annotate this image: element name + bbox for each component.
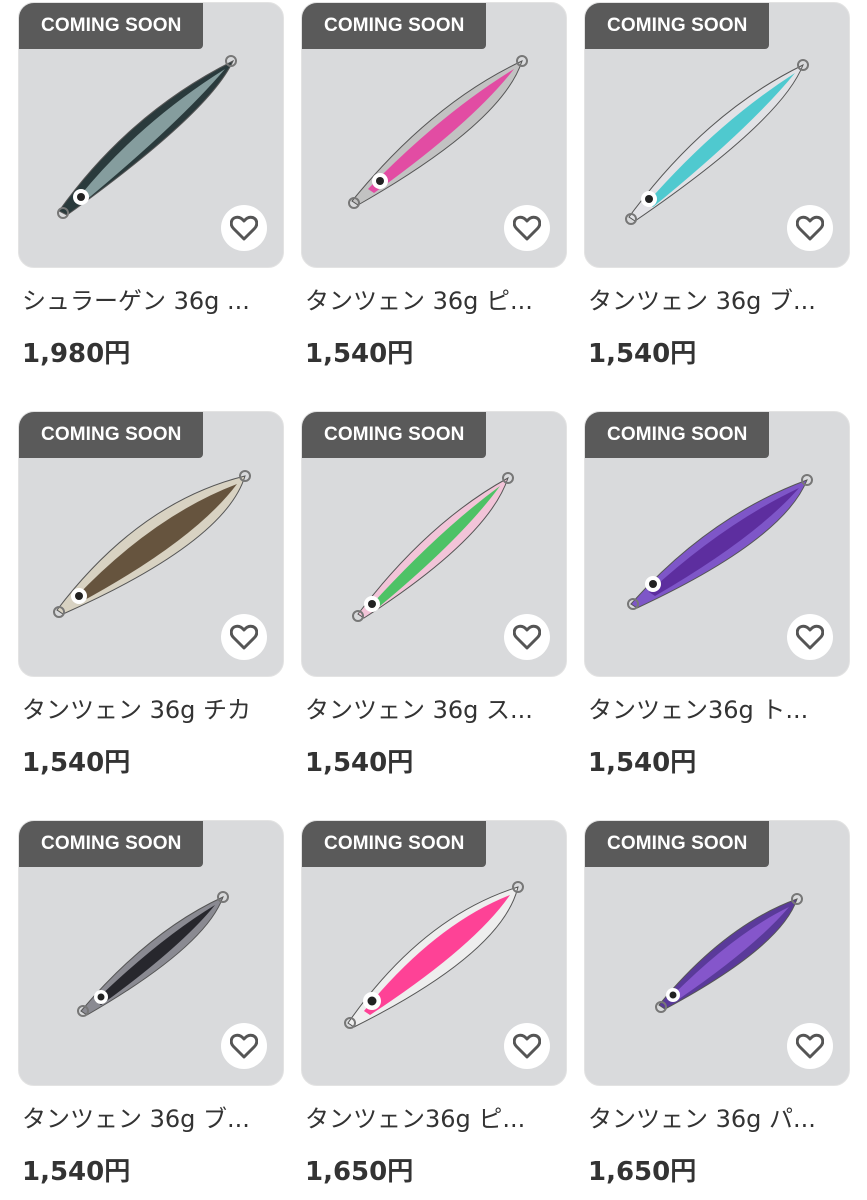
product-image[interactable]: COMING SOON [301, 2, 567, 268]
lure-pupil [367, 996, 377, 1006]
favorite-button[interactable] [221, 205, 267, 251]
product-image[interactable]: COMING SOON [301, 820, 567, 1086]
lure-stripe [368, 69, 514, 193]
coming-soon-badge: COMING SOON [19, 3, 204, 49]
product-title[interactable]: タンツェン36g ピ... [305, 1102, 563, 1136]
lure-stripe [649, 488, 799, 596]
product-card[interactable]: COMING SOON タンツェン 36g チカ 1,540円 [18, 411, 284, 781]
product-image[interactable]: COMING SOON [18, 820, 284, 1086]
product-price: 1,540円 [22, 748, 131, 778]
product-card[interactable]: COMING SOON シュラーゲン 36g ... 1,980円 [18, 2, 284, 372]
product-title[interactable]: タンツェン 36g チカ [22, 693, 280, 727]
coming-soon-badge: COMING SOON [19, 412, 204, 458]
product-image[interactable]: COMING SOON [584, 820, 850, 1086]
lure-pupil [75, 592, 83, 600]
product-card[interactable]: COMING SOON タンツェン 36g ピ... 1,540円 [301, 2, 567, 372]
product-title[interactable]: タンツェン 36g ピ... [305, 284, 563, 318]
lure-pupil [97, 993, 105, 1001]
lure-pupil [645, 195, 653, 203]
favorite-button[interactable] [221, 1023, 267, 1069]
product-title[interactable]: タンツェン 36g ブ... [588, 284, 846, 318]
coming-soon-badge: COMING SOON [302, 3, 487, 49]
product-card[interactable]: COMING SOON タンツェン36g ト... 1,540円 [584, 411, 850, 781]
product-card[interactable]: COMING SOON タンツェン 36g ブ... 1,540円 [18, 820, 284, 1190]
heart-icon [230, 624, 258, 650]
product-price: 1,540円 [305, 748, 414, 778]
lure-stripe [79, 69, 225, 201]
product-price: 1,540円 [588, 748, 697, 778]
coming-soon-badge: COMING SOON [302, 412, 487, 458]
product-price: 1,980円 [22, 339, 131, 369]
product-title[interactable]: タンツェン 36g ブ... [22, 1102, 280, 1136]
favorite-button[interactable] [787, 1023, 833, 1069]
coming-soon-badge: COMING SOON [585, 412, 770, 458]
heart-icon [796, 1033, 824, 1059]
favorite-button[interactable] [504, 1023, 550, 1069]
lure-stripe [95, 905, 215, 1005]
product-card[interactable]: COMING SOON タンツェン36g ピ... 1,650円 [301, 820, 567, 1190]
heart-icon [230, 215, 258, 241]
product-price: 1,650円 [588, 1157, 697, 1187]
coming-soon-badge: COMING SOON [585, 3, 770, 49]
product-price: 1,540円 [22, 1157, 131, 1187]
product-price: 1,540円 [305, 339, 414, 369]
coming-soon-badge: COMING SOON [302, 821, 487, 867]
heart-icon [513, 624, 541, 650]
product-card[interactable]: COMING SOON タンツェン 36g ブ... 1,540円 [584, 2, 850, 372]
lure-pupil [368, 600, 376, 608]
heart-icon [513, 1033, 541, 1059]
lure-pupil [376, 177, 384, 185]
coming-soon-badge: COMING SOON [19, 821, 204, 867]
lure-pupil [669, 991, 677, 999]
favorite-button[interactable] [221, 614, 267, 660]
lure-stripe [647, 73, 795, 207]
lure-stripe [374, 486, 500, 606]
lure-pupil [77, 193, 85, 201]
product-image[interactable]: COMING SOON [18, 411, 284, 677]
lure-stripe [673, 907, 789, 999]
product-grid: COMING SOON シュラーゲン 36g ... 1,980円 COMING… [0, 0, 867, 1200]
product-price: 1,540円 [588, 339, 697, 369]
product-image[interactable]: COMING SOON [18, 2, 284, 268]
product-image[interactable]: COMING SOON [584, 2, 850, 268]
product-title[interactable]: シュラーゲン 36g ... [22, 284, 280, 318]
product-image[interactable]: COMING SOON [584, 411, 850, 677]
heart-icon [230, 1033, 258, 1059]
heart-icon [796, 624, 824, 650]
heart-icon [796, 215, 824, 241]
heart-icon [513, 215, 541, 241]
coming-soon-badge: COMING SOON [585, 821, 770, 867]
favorite-button[interactable] [504, 205, 550, 251]
favorite-button[interactable] [504, 614, 550, 660]
product-card[interactable]: COMING SOON タンツェン 36g ス... 1,540円 [301, 411, 567, 781]
product-image[interactable]: COMING SOON [301, 411, 567, 677]
product-card[interactable]: COMING SOON タンツェン 36g パ... 1,650円 [584, 820, 850, 1190]
favorite-button[interactable] [787, 205, 833, 251]
product-title[interactable]: タンツェン 36g パ... [588, 1102, 846, 1136]
favorite-button[interactable] [787, 614, 833, 660]
product-title[interactable]: タンツェン 36g ス... [305, 693, 563, 727]
lure-pupil [649, 580, 657, 588]
product-price: 1,650円 [305, 1157, 414, 1187]
lure-stripe [75, 484, 237, 602]
product-title[interactable]: タンツェン36g ト... [588, 693, 846, 727]
lure-stripe [364, 895, 510, 1015]
